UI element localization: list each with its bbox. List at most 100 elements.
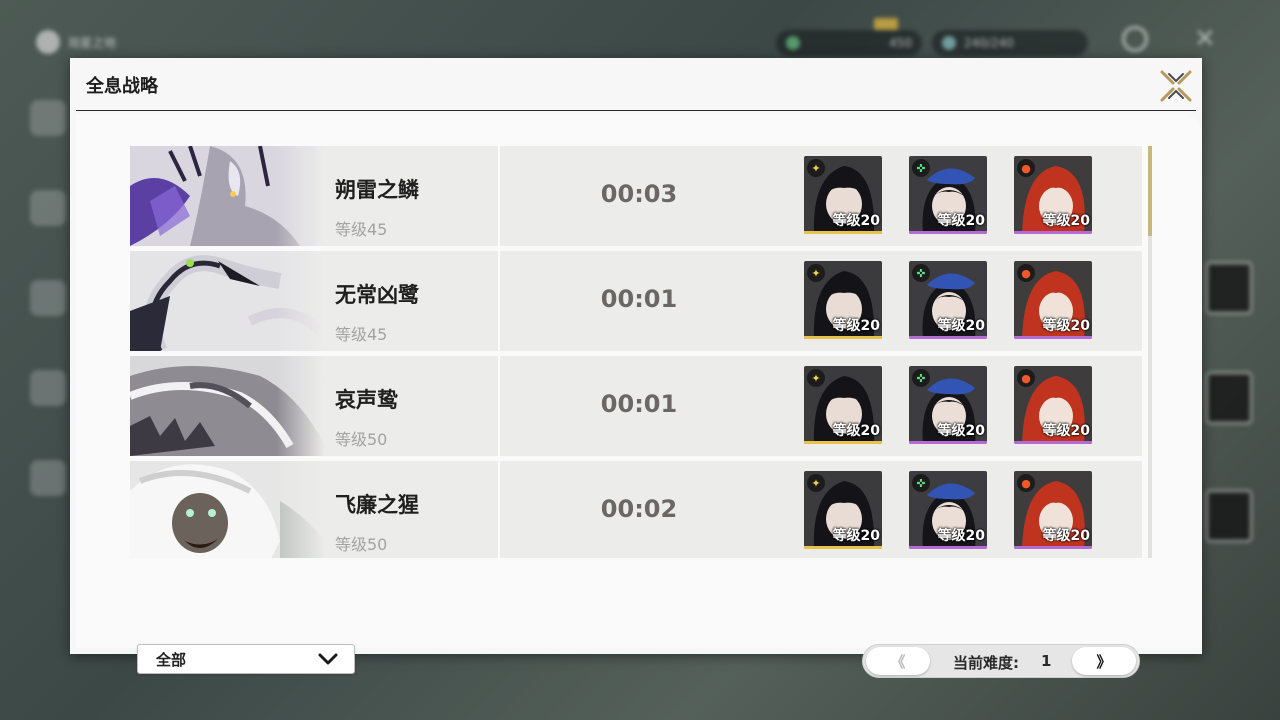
spectro-element-icon: ✦ xyxy=(807,369,825,387)
rarity-bar-purple xyxy=(1014,231,1092,234)
clear-time: 00:03 xyxy=(600,180,678,208)
side-slot xyxy=(1206,262,1252,314)
team-member-portrait[interactable]: ✦ 等级20 xyxy=(804,156,882,234)
clear-time: 00:02 xyxy=(600,495,678,523)
rarity-bar-gold xyxy=(804,546,882,549)
aero-element-icon: ✜ xyxy=(912,264,930,282)
team-member-portrait[interactable]: ✦ 等级20 xyxy=(804,366,882,444)
spectro-element-icon: ✦ xyxy=(807,264,825,282)
character-level: 等级20 xyxy=(832,528,880,544)
close-button[interactable] xyxy=(1158,68,1194,104)
character-level: 等级20 xyxy=(832,318,880,334)
close-icon xyxy=(1160,70,1192,102)
new-badge xyxy=(874,18,898,30)
strategy-list[interactable]: 朔雷之鳞 等级45 00:03 ✦ 等级20 ✜ 等级20 ● 等级20 无常凶… xyxy=(130,146,1142,558)
team-member-portrait[interactable]: ● 等级20 xyxy=(1014,156,1092,234)
boss-name: 哀声鸷 xyxy=(335,388,398,412)
character-level: 等级20 xyxy=(1042,423,1090,439)
difficulty-value: 1 xyxy=(1041,652,1052,670)
fusion-element-icon: ● xyxy=(1017,159,1035,177)
scrollbar-thumb[interactable] xyxy=(1148,146,1152,236)
rarity-bar-gold xyxy=(804,336,882,339)
rarity-bar-purple xyxy=(909,546,987,549)
list-item[interactable]: 哀声鸷 等级50 00:01 ✦ 等级20 ✜ 等级20 ● 等级20 xyxy=(130,356,1142,456)
settings-icon xyxy=(1122,26,1148,52)
boss-level: 等级50 xyxy=(335,535,388,554)
resource2-value: 240/240 xyxy=(964,36,1014,50)
filter-dropdown[interactable]: 全部 xyxy=(137,644,355,674)
content-area: 朔雷之鳞 等级45 00:03 ✦ 等级20 ✜ 等级20 ● 等级20 无常凶… xyxy=(76,114,1202,678)
clear-time: 00:01 xyxy=(600,390,678,418)
team-member-portrait[interactable]: ✜ 等级20 xyxy=(909,366,987,444)
resource-counter-2: 240/240 xyxy=(932,30,1088,56)
fusion-element-icon: ● xyxy=(1017,474,1035,492)
background-close-icon: ✕ xyxy=(1194,24,1216,54)
side-slot xyxy=(1206,372,1252,424)
list-item[interactable]: 朔雷之鳞 等级45 00:03 ✦ 等级20 ✜ 等级20 ● 等级20 xyxy=(130,146,1142,246)
stamina-icon xyxy=(942,36,956,50)
fusion-element-icon: ● xyxy=(1017,264,1035,282)
holographic-strategy-panel: 全息战略 朔雷之鳞 等级45 00:03 ✦ 等级20 ✜ 等级20 ● 等级2… xyxy=(70,58,1202,678)
side-menu-icon xyxy=(30,190,66,226)
side-slot xyxy=(1206,490,1252,542)
rarity-bar-purple xyxy=(1014,546,1092,549)
filter-selected-label: 全部 xyxy=(156,650,187,669)
resource-counter-1: 450 xyxy=(776,30,922,56)
team-member-portrait[interactable]: ✜ 等级20 xyxy=(909,471,987,549)
team-member-portrait[interactable]: ✦ 等级20 xyxy=(804,261,882,339)
clear-time: 00:01 xyxy=(600,285,678,313)
resource1-value: 450 xyxy=(889,36,912,50)
character-level: 等级20 xyxy=(1042,213,1090,229)
character-level: 等级20 xyxy=(1042,318,1090,334)
character-level: 等级20 xyxy=(1042,528,1090,544)
team-member-portrait[interactable]: ✜ 等级20 xyxy=(909,156,987,234)
boss-portrait xyxy=(130,356,325,456)
list-scrollbar[interactable] xyxy=(1148,146,1152,558)
fusion-element-icon: ● xyxy=(1017,369,1035,387)
rarity-bar-purple xyxy=(909,336,987,339)
rarity-bar-purple xyxy=(1014,336,1092,339)
rarity-bar-purple xyxy=(1014,441,1092,444)
character-level: 等级20 xyxy=(937,213,985,229)
boss-name: 无常凶鹭 xyxy=(335,283,419,307)
side-menu-icon xyxy=(30,460,66,496)
character-level: 等级20 xyxy=(937,423,985,439)
prev-difficulty-button[interactable]: 《 xyxy=(866,647,930,675)
side-menu-icon xyxy=(30,370,66,406)
panel-title: 全息战略 xyxy=(86,76,158,97)
boss-name: 飞廉之猩 xyxy=(335,493,419,517)
aero-element-icon: ✜ xyxy=(912,474,930,492)
difficulty-pager: 《 当前难度: 1 》 xyxy=(862,644,1140,678)
side-menu-icon xyxy=(30,100,66,136)
aero-element-icon: ✜ xyxy=(912,159,930,177)
team-member-portrait[interactable]: ● 等级20 xyxy=(1014,471,1092,549)
boss-level: 等级45 xyxy=(335,220,388,239)
difficulty-label: 当前难度: xyxy=(953,654,1019,672)
location-label: 观星之地 xyxy=(68,35,117,50)
boss-portrait xyxy=(130,146,325,246)
rarity-bar-purple xyxy=(909,231,987,234)
list-item[interactable]: 无常凶鹭 等级45 00:01 ✦ 等级20 ✜ 等级20 ● 等级20 xyxy=(130,251,1142,351)
team-member-portrait[interactable]: ● 等级20 xyxy=(1014,366,1092,444)
next-difficulty-button[interactable]: 》 xyxy=(1072,647,1136,675)
location-indicator: 观星之地 xyxy=(36,30,116,54)
boss-portrait xyxy=(130,461,325,558)
character-level: 等级20 xyxy=(832,213,880,229)
resource-icon xyxy=(786,36,800,50)
spectro-element-icon: ✦ xyxy=(807,159,825,177)
aero-element-icon: ✜ xyxy=(912,369,930,387)
boss-name: 朔雷之鳞 xyxy=(335,178,419,202)
team-member-portrait[interactable]: ✦ 等级20 xyxy=(804,471,882,549)
character-level: 等级20 xyxy=(832,423,880,439)
chevron-down-icon xyxy=(318,653,338,665)
team-member-portrait[interactable]: ● 等级20 xyxy=(1014,261,1092,339)
rarity-bar-gold xyxy=(804,231,882,234)
team-member-portrait[interactable]: ✜ 等级20 xyxy=(909,261,987,339)
character-level: 等级20 xyxy=(937,528,985,544)
boss-level: 等级50 xyxy=(335,430,388,449)
boss-portrait xyxy=(130,251,325,351)
list-item[interactable]: 飞廉之猩 等级50 00:02 ✦ 等级20 ✜ 等级20 ● 等级20 xyxy=(130,461,1142,558)
side-menu-icon xyxy=(30,280,66,316)
location-icon xyxy=(36,30,60,54)
boss-level: 等级45 xyxy=(335,325,388,344)
